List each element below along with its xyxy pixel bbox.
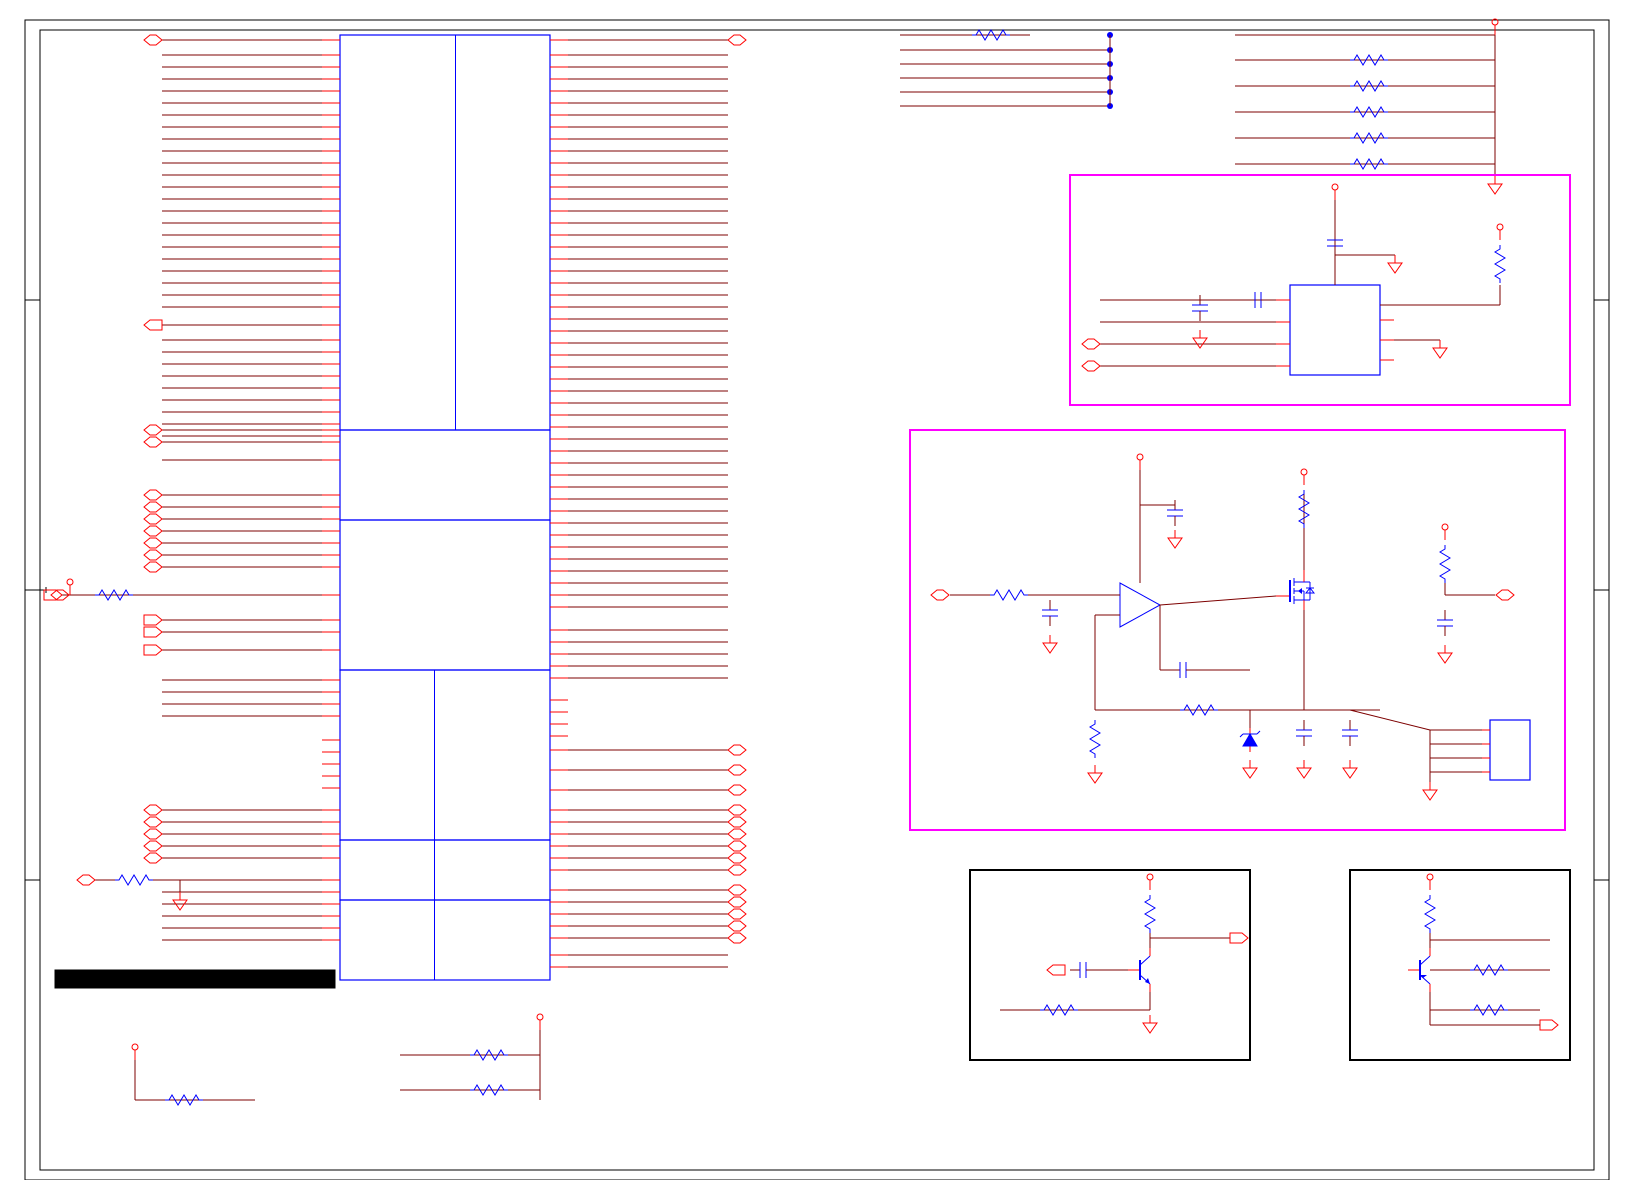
group-transistor-npn	[970, 870, 1250, 1060]
regulator-ic	[1290, 285, 1380, 375]
group-transistor-pnp	[1350, 870, 1570, 1060]
title-text-block	[55, 970, 335, 988]
schematic-sheet	[0, 0, 1634, 1180]
connector	[1490, 720, 1530, 780]
group-regulator	[1070, 175, 1570, 405]
power-symbol	[67, 579, 73, 595]
npn-transistor	[1128, 948, 1150, 992]
op-amp	[1120, 583, 1160, 627]
main-ic	[44, 35, 746, 980]
group-driver	[910, 430, 1565, 830]
n-mosfet	[1276, 570, 1314, 610]
zener-diode	[1240, 728, 1260, 752]
pnp-transistor	[1408, 948, 1430, 992]
ground-symbol	[1488, 176, 1502, 194]
